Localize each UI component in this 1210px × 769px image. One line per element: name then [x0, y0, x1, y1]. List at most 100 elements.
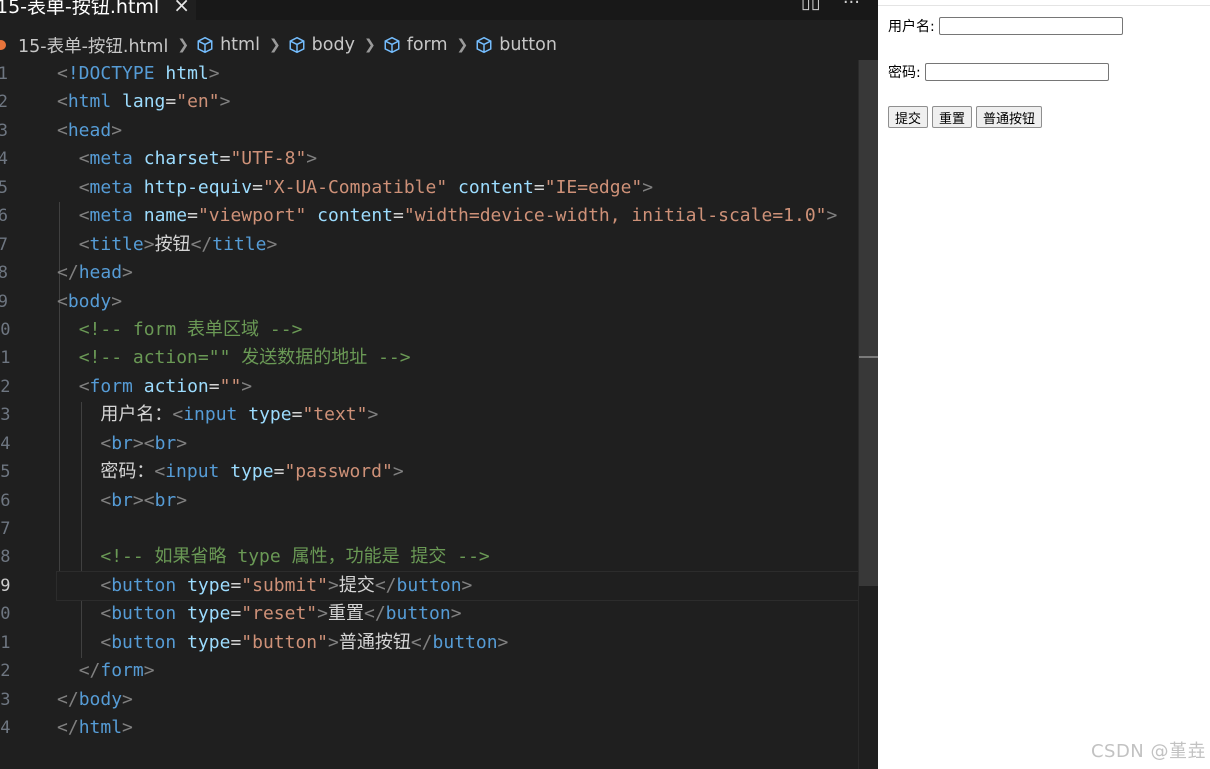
code-token: </	[57, 717, 79, 739]
code-token: <	[100, 631, 112, 653]
code-token: =	[230, 603, 242, 625]
code-token: button	[111, 574, 177, 596]
code-token: <	[100, 574, 112, 596]
line-number: 19	[0, 575, 11, 596]
breadcrumb-item-label: body	[311, 35, 355, 55]
line-number: 16	[0, 490, 11, 511]
code-line[interactable]: 密码：<input type="password">	[57, 458, 867, 486]
code-line[interactable]: <html lang="en">	[57, 88, 867, 116]
code-line[interactable]: <br><br>	[57, 487, 867, 515]
code-line[interactable]: <body>	[57, 288, 867, 316]
code-line[interactable]: <!-- form 表单区域 -->	[57, 316, 867, 344]
breadcrumb-file[interactable]: 15-表单-按钮.html	[0, 33, 168, 58]
code-line[interactable]: <title>按钮</title>	[57, 231, 867, 259]
code-token: body	[67, 290, 112, 312]
browser-preview: 用户名: 密码: 提交 重置 普通按钮 CSDN @堇垚	[878, 0, 1210, 769]
code-line[interactable]: <meta name="viewport" content="width=dev…	[57, 202, 867, 230]
line-number-gutter: 123456789101112131415161718192021222324	[0, 60, 44, 743]
code-token: >	[392, 461, 404, 483]
code-line[interactable]: <br><br>	[57, 430, 867, 458]
code-token: =	[208, 375, 220, 397]
code-line[interactable]: <button type="button">普通按钮</button>	[57, 629, 867, 657]
code-token: 重置	[327, 603, 364, 625]
code-token: 用户名：	[57, 404, 173, 426]
code-token: </	[78, 660, 101, 682]
code-line[interactable]: <button type="reset">重置</button>	[57, 600, 867, 628]
password-label: 密码:	[888, 65, 921, 81]
code-token: >	[122, 688, 133, 710]
code-line[interactable]: <!-- action="" 发送数据的地址 -->	[57, 344, 867, 372]
close-icon[interactable]: ×	[173, 0, 190, 17]
code-token: 普通按钮	[338, 631, 411, 653]
scrollbar-thumb[interactable]	[859, 60, 878, 586]
code-line[interactable]: <meta http-equiv="X-UA-Compatible" conte…	[57, 174, 867, 202]
username-input[interactable]	[938, 17, 1123, 35]
code-token: head	[78, 262, 123, 284]
code-line[interactable]: <button type="submit">提交</button>	[56, 570, 868, 602]
html-file-icon	[0, 40, 6, 50]
code-token: meta	[89, 205, 133, 227]
code-token: type	[187, 574, 231, 596]
code-line[interactable]: <meta charset="UTF-8">	[57, 145, 867, 173]
code-token: action	[143, 375, 209, 397]
breadcrumb: 15-表单-按钮.html ❯ html ❯ body ❯ form ❯ but…	[0, 33, 557, 57]
reset-button[interactable]: 重置	[932, 106, 973, 128]
code-token: =	[230, 574, 242, 596]
code-token: >	[450, 603, 462, 625]
code-token: >	[642, 176, 654, 198]
code-token: >	[176, 489, 188, 511]
code-token: >	[367, 404, 379, 426]
code-line[interactable]: </body>	[57, 686, 867, 714]
vertical-scrollbar[interactable]	[858, 60, 878, 769]
code-token: br	[154, 432, 177, 454]
line-number: 15	[0, 462, 11, 483]
code-token: meta	[89, 176, 133, 198]
code-token: >	[122, 262, 133, 284]
code-line[interactable]	[57, 515, 867, 543]
code-token: html	[67, 91, 112, 113]
code-editor[interactable]: 15-表单-按钮.html × ▯▯ ··· 15-表单-按钮.html ❯ h…	[0, 0, 878, 769]
breadcrumb-item-button[interactable]: button	[475, 35, 557, 55]
code-token: head	[67, 119, 112, 141]
more-actions-icon[interactable]: ···	[843, 0, 860, 13]
code-line[interactable]: </head>	[57, 259, 867, 287]
line-number: 21	[0, 632, 11, 653]
code-token: "IE=edge"	[544, 176, 643, 198]
code-line[interactable]: </form>	[57, 657, 867, 685]
code-line[interactable]: <!-- 如果省略 type 属性，功能是 提交 -->	[57, 543, 867, 571]
code-token: <	[78, 233, 90, 255]
code-token: <	[78, 176, 90, 198]
code-token: button	[396, 574, 462, 596]
line-number: 22	[0, 661, 11, 682]
code-token: body	[78, 688, 123, 710]
password-input[interactable]	[924, 63, 1109, 81]
preview-top-divider	[878, 5, 1210, 6]
code-line[interactable]: <!DOCTYPE html>	[57, 60, 867, 88]
code-token: "en"	[176, 91, 220, 113]
code-line[interactable]: <form action="">	[57, 373, 867, 401]
code-token: "X-UA-Compatible"	[262, 176, 448, 198]
breadcrumb-item-html[interactable]: html	[196, 35, 260, 55]
code-token: lang	[122, 91, 166, 113]
breadcrumb-item-body[interactable]: body	[288, 35, 355, 55]
code-token: <	[78, 205, 90, 227]
code-line[interactable]: <head>	[57, 117, 867, 145]
code-line[interactable]: </html>	[57, 714, 867, 742]
breadcrumb-item-form[interactable]: form	[383, 35, 448, 55]
line-number: 17	[0, 519, 11, 539]
submit-button[interactable]: 提交	[888, 106, 929, 128]
code-line[interactable]: 用户名：<input type="text">	[57, 401, 867, 429]
username-row: 用户名:	[888, 16, 1123, 36]
code-token: ><	[132, 489, 155, 511]
normal-button[interactable]: 普通按钮	[976, 106, 1043, 128]
editor-tab[interactable]: 15-表单-按钮.html ×	[0, 0, 196, 20]
code-area[interactable]: <!DOCTYPE html> <html lang="en"> <head> <m…	[56, 60, 868, 743]
split-editor-icon[interactable]: ▯▯	[801, 0, 821, 13]
